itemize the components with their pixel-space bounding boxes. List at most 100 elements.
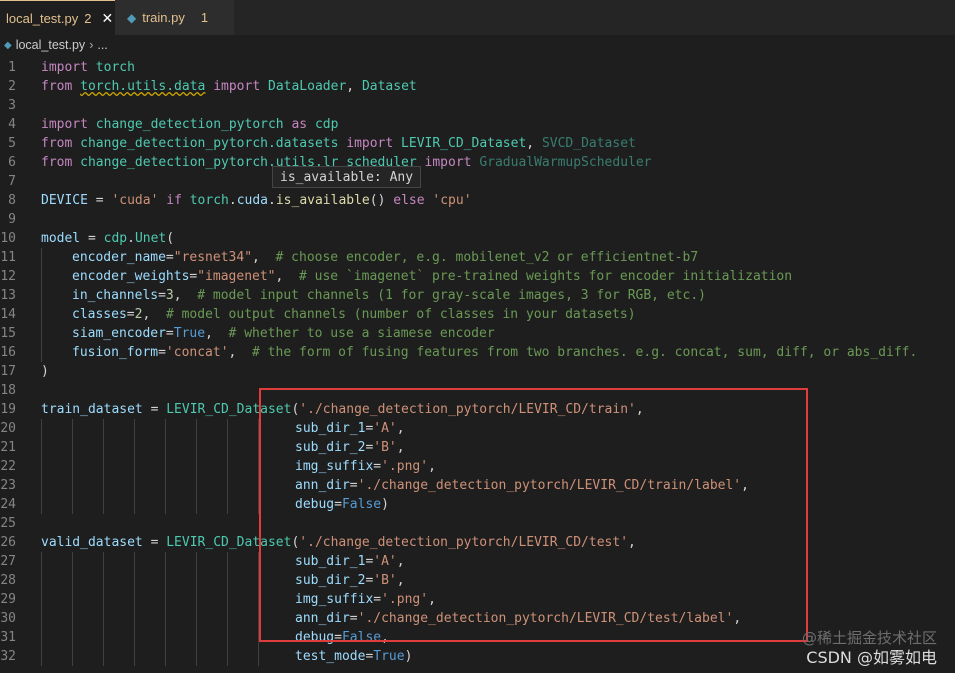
line-number: 3 [8, 98, 16, 113]
code-line[interactable]: 11 encoder_name="resnet34", # choose enco… [0, 248, 955, 267]
indent-guide [103, 590, 104, 609]
code-token: import [346, 136, 394, 151]
indent-guide [72, 609, 73, 628]
indent-guide [41, 495, 42, 514]
breadcrumb-more[interactable]: ... [97, 38, 107, 52]
line-number: 21 [0, 440, 16, 455]
code-token: , [252, 250, 276, 265]
code-token: # use `imagenet` pre-trained weights for… [299, 269, 793, 284]
line-number: 11 [0, 250, 16, 265]
close-icon[interactable]: ✕ [102, 10, 114, 27]
code-line[interactable]: 17) [0, 362, 955, 381]
indent-guide [227, 438, 228, 457]
chevron-right-icon: › [89, 38, 94, 52]
tab-train[interactable]: ◆ train.py 1 [115, 0, 235, 35]
code-token: "imagenet" [197, 269, 276, 284]
indent-guide [134, 571, 135, 590]
code-token: Dataset [361, 79, 417, 94]
code-token: = [87, 193, 112, 208]
code-text: siam_encoder=True, # whether to use a si… [72, 324, 495, 343]
indent-guide [196, 438, 197, 457]
indent-guide [165, 590, 166, 609]
code-line[interactable]: 10 model = cdp.Unet( [0, 229, 955, 248]
indent-guide [72, 438, 73, 457]
problem-count-badge: 1 [200, 10, 209, 25]
indent-guide [134, 495, 135, 514]
indent-guide [196, 647, 197, 666]
code-line[interactable]: 13 in_channels=3, # model input channels … [0, 286, 955, 305]
tab-local-test[interactable]: local_test.py 2 ✕ [0, 0, 115, 35]
code-token: GradualWarmupScheduler [479, 155, 652, 170]
code-line[interactable]: 8 DEVICE = 'cuda' if torch.cuda.is_availa… [0, 191, 955, 210]
code-line[interactable]: 9 [0, 210, 955, 229]
code-line[interactable]: 3 [0, 96, 955, 115]
indent-guide [41, 267, 42, 286]
python-file-icon: ◆ [127, 10, 137, 25]
line-number: 9 [8, 212, 16, 227]
indent-guide [227, 571, 228, 590]
code-line[interactable]: 1 import torch [0, 58, 955, 77]
code-token: , [205, 326, 229, 341]
indent-guide [41, 324, 42, 343]
indent-guide [165, 609, 166, 628]
indent-guide [103, 628, 104, 647]
code-text: test_mode=True) [295, 647, 412, 666]
line-number: 22 [0, 459, 16, 474]
code-token: , [228, 345, 253, 360]
indent-guide [196, 590, 197, 609]
indent-guide [41, 286, 42, 305]
indent-guide [227, 552, 228, 571]
code-token: = [126, 307, 135, 322]
code-token: encoder_weights [72, 269, 190, 284]
code-token: Unet [134, 231, 167, 246]
code-line[interactable]: 2 from torch.utils.data import DataLoader… [0, 77, 955, 96]
code-token: = [165, 250, 174, 265]
code-line[interactable]: 5 from change_detection_pytorch.datasets … [0, 134, 955, 153]
code-token: True [373, 649, 405, 664]
indent-guide [196, 495, 197, 514]
code-token: import [41, 117, 88, 132]
hover-tooltip: is_available: Any [272, 166, 422, 188]
line-number: 12 [0, 269, 16, 284]
indent-guide [227, 419, 228, 438]
code-line[interactable]: 4 import change_detection_pytorch as cdp [0, 115, 955, 134]
code-token: . [268, 193, 276, 208]
indent-guide [41, 476, 42, 495]
indent-guide [72, 457, 73, 476]
line-number: 13 [0, 288, 16, 303]
code-text: from change_detection_pytorch.datasets i… [41, 134, 636, 153]
indent-guide [165, 476, 166, 495]
code-token: DataLoader [268, 79, 347, 94]
code-token: change_detection_pytorch.datasets [80, 136, 339, 151]
tooltip-name: is_available [280, 170, 374, 185]
indent-guide [103, 495, 104, 514]
indent-guide [41, 419, 42, 438]
tab-label: train.py [142, 10, 185, 25]
code-token: () [369, 193, 394, 208]
code-line[interactable]: 6 from change_detection_pytorch.utils.lr_… [0, 153, 955, 172]
breadcrumb-file[interactable]: local_test.py [16, 38, 85, 52]
tab-bar: local_test.py 2 ✕ ◆ train.py 1 [0, 0, 955, 35]
code-line[interactable]: 14 classes=2, # model output channels (nu… [0, 305, 955, 324]
indent-guide [227, 495, 228, 514]
indent-guide [134, 552, 135, 571]
code-token: else [393, 193, 425, 208]
indent-guide [227, 609, 228, 628]
line-number: 8 [8, 193, 16, 208]
indent-guide [103, 476, 104, 495]
indent-guide [134, 438, 135, 457]
code-line[interactable]: 7 [0, 172, 955, 191]
code-token: . [228, 193, 237, 208]
code-token: cuda [236, 193, 269, 208]
indent-guide [196, 457, 197, 476]
indent-guide [41, 647, 42, 666]
code-line[interactable]: 15 siam_encoder=True, # whether to use a … [0, 324, 955, 343]
code-token: , [275, 269, 299, 284]
indent-guide [134, 457, 135, 476]
code-token: SVCD_Dataset [541, 136, 636, 151]
indent-guide [134, 647, 135, 666]
code-line[interactable]: 16 fusion_form='concat', # the form of fu… [0, 343, 955, 362]
code-text: import torch [41, 58, 135, 77]
code-line[interactable]: 12 encoder_weights="imagenet", # use `ima… [0, 267, 955, 286]
